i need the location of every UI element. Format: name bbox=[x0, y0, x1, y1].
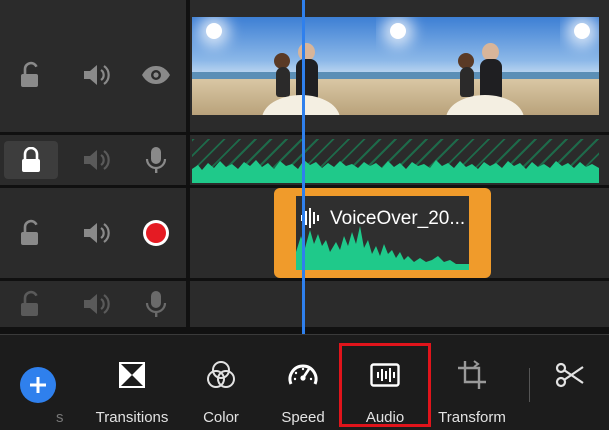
voiceover-clip-name: VoiceOver_20... bbox=[330, 208, 466, 229]
bottom-toolbar: Transitions Color Speed Audio Transform bbox=[0, 334, 609, 430]
record-icon[interactable] bbox=[136, 216, 176, 250]
voiceover-clip[interactable]: VoiceOver_20... bbox=[274, 188, 491, 278]
tool-label: Color bbox=[203, 409, 239, 426]
speaker-icon[interactable] bbox=[76, 287, 116, 321]
tool-color[interactable]: Color bbox=[186, 335, 256, 430]
speaker-icon[interactable] bbox=[76, 216, 116, 250]
lock-open-icon[interactable] bbox=[14, 216, 48, 250]
playhead[interactable] bbox=[302, 0, 305, 334]
microphone-icon[interactable] bbox=[136, 143, 176, 177]
tool-transform[interactable]: Transform bbox=[432, 335, 512, 430]
lock-open-icon[interactable] bbox=[14, 58, 48, 92]
video-thumbnail bbox=[192, 17, 376, 115]
tool-speed[interactable]: Speed bbox=[268, 335, 338, 430]
video-clip[interactable] bbox=[192, 17, 599, 115]
tool-label: Transform bbox=[438, 409, 506, 426]
tool-label: Transitions bbox=[95, 409, 169, 426]
scissors-icon bbox=[555, 357, 585, 393]
lock-closed-icon[interactable] bbox=[4, 141, 58, 179]
transform-icon bbox=[456, 357, 488, 393]
voiceover-clip-body: VoiceOver_20... bbox=[296, 196, 469, 270]
tool-label: Speed bbox=[281, 409, 325, 426]
speaker-icon[interactable] bbox=[76, 143, 116, 177]
track-header-video bbox=[0, 0, 186, 132]
audio-waveform bbox=[192, 160, 599, 183]
timeline: VoiceOver_20... bbox=[0, 0, 609, 334]
highlight-box bbox=[339, 343, 431, 427]
video-thumbnail bbox=[560, 17, 599, 115]
tool-transitions[interactable]: Transitions bbox=[90, 335, 174, 430]
color-icon bbox=[205, 357, 237, 393]
track-header-audio bbox=[0, 135, 186, 185]
speed-icon bbox=[287, 357, 319, 393]
add-media-button[interactable] bbox=[20, 367, 56, 403]
video-thumbnail bbox=[376, 17, 560, 115]
plus-icon bbox=[30, 377, 46, 393]
microphone-icon[interactable] bbox=[136, 287, 176, 321]
speaker-icon[interactable] bbox=[76, 58, 116, 92]
track-header-voiceover bbox=[0, 188, 186, 278]
lock-open-icon[interactable] bbox=[14, 287, 48, 321]
track-lane-empty bbox=[190, 281, 609, 327]
tool-split[interactable] bbox=[548, 335, 592, 430]
eye-icon[interactable] bbox=[136, 58, 176, 92]
transitions-icon bbox=[118, 357, 146, 393]
audio-clip[interactable] bbox=[192, 139, 599, 183]
track-header-empty bbox=[0, 281, 186, 327]
partial-tool-label: s bbox=[56, 409, 64, 426]
toolbar-divider bbox=[529, 368, 530, 402]
